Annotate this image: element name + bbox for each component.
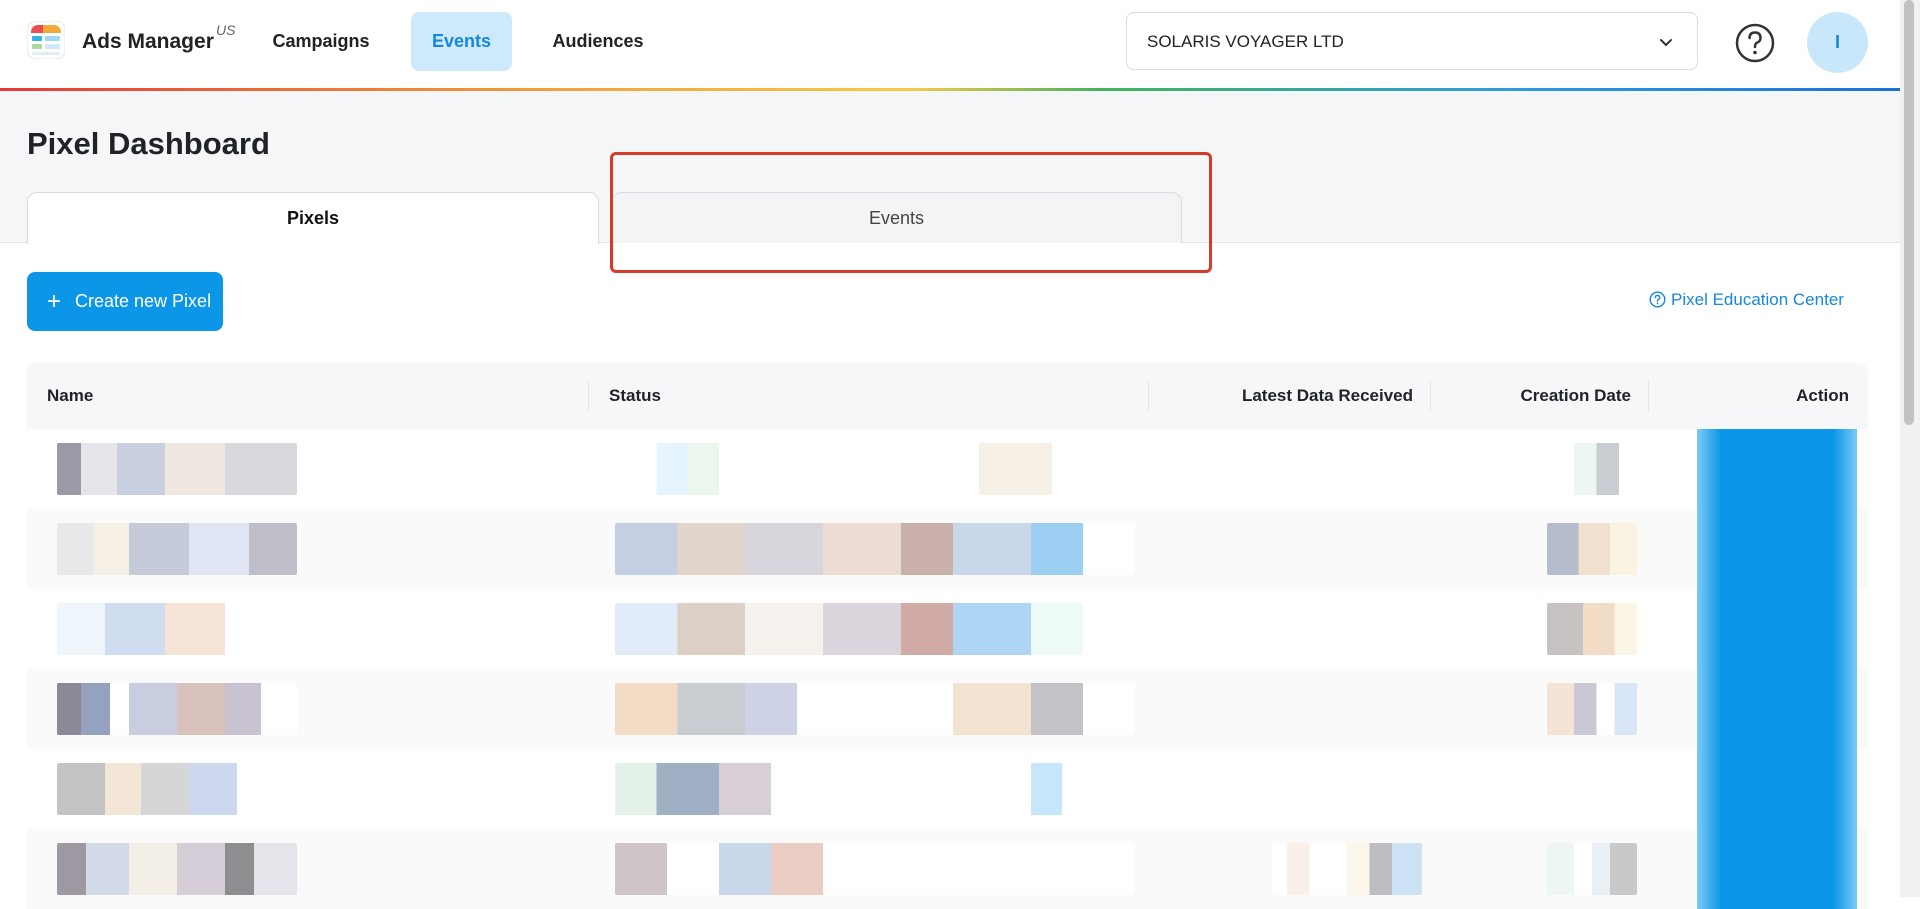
education-link-label: Pixel Education Center — [1671, 290, 1844, 309]
table-row — [27, 749, 1868, 829]
pixel-name-cell — [57, 603, 297, 655]
action-button[interactable] — [1697, 669, 1857, 749]
help-circle-icon[interactable] — [1735, 23, 1775, 63]
account-name: SOLARIS VOYAGER LTD — [1147, 32, 1344, 51]
pixel-status-cell — [615, 683, 1135, 735]
creation-date-cell — [1547, 843, 1637, 895]
table-row — [27, 829, 1868, 909]
nav-campaigns[interactable]: Campaigns — [266, 12, 376, 71]
action-button[interactable] — [1697, 589, 1857, 669]
column-header-status[interactable]: Status — [609, 386, 661, 406]
table-row — [27, 509, 1868, 589]
creation-date-cell — [1547, 683, 1637, 735]
column-divider — [1430, 381, 1431, 411]
column-header-creation-date[interactable]: Creation Date — [1520, 386, 1631, 406]
pixel-status-cell — [615, 603, 1135, 655]
nav-audiences[interactable]: Audiences — [544, 12, 652, 71]
pixel-status-cell — [615, 523, 1135, 575]
creation-date-cell — [1547, 443, 1637, 495]
account-selector[interactable]: SOLARIS VOYAGER LTD — [1126, 12, 1698, 70]
action-button[interactable] — [1697, 829, 1857, 909]
latest-data-cell — [1272, 843, 1422, 895]
table-row — [27, 589, 1868, 669]
chevron-down-icon — [1660, 39, 1672, 47]
pixel-name-cell — [57, 523, 297, 575]
creation-date-cell — [1547, 603, 1637, 655]
user-avatar[interactable]: I — [1807, 12, 1868, 73]
pixel-status-cell — [615, 843, 1135, 895]
events-tab-highlight — [610, 152, 1212, 273]
action-button[interactable] — [1697, 749, 1857, 829]
page-title: Pixel Dashboard — [27, 126, 270, 161]
column-header-latest-data[interactable]: Latest Data Received — [1242, 386, 1413, 406]
create-button-label: Create new Pixel — [75, 291, 212, 311]
app-title: Ads Manager — [82, 30, 214, 53]
action-button[interactable] — [1697, 429, 1857, 509]
column-divider — [588, 381, 589, 411]
creation-date-cell — [1547, 523, 1637, 575]
tab-pixels[interactable]: Pixels — [27, 192, 599, 244]
create-new-pixel-button[interactable]: + Create new Pixel — [27, 272, 223, 331]
column-divider — [1148, 381, 1149, 411]
top-navigation-bar: Ads Manager US Campaigns Events Audience… — [0, 0, 1900, 90]
scrollbar-thumb[interactable] — [1904, 0, 1914, 425]
pixel-name-cell — [57, 763, 297, 815]
plus-icon: + — [47, 288, 62, 315]
column-header-action: Action — [1796, 386, 1849, 405]
pixel-status-cell — [615, 763, 1135, 815]
pixel-name-cell — [57, 443, 297, 495]
table-row — [27, 669, 1868, 749]
pixel-name-cell — [57, 843, 297, 895]
question-circle-icon — [1649, 291, 1666, 308]
nav-events[interactable]: Events — [411, 12, 512, 71]
pixel-name-cell — [57, 683, 297, 735]
table-row — [27, 429, 1868, 509]
ads-manager-logo-icon[interactable] — [27, 21, 65, 59]
pixel-status-cell — [615, 443, 1135, 495]
action-button[interactable] — [1697, 509, 1857, 589]
column-header-name[interactable]: Name — [47, 386, 93, 406]
pixel-education-center-link[interactable]: Pixel Education Center — [1649, 290, 1844, 310]
table-header: Name Status Latest Data Received Creatio… — [27, 363, 1868, 429]
region-label: US — [216, 22, 236, 38]
column-divider — [1648, 381, 1649, 411]
